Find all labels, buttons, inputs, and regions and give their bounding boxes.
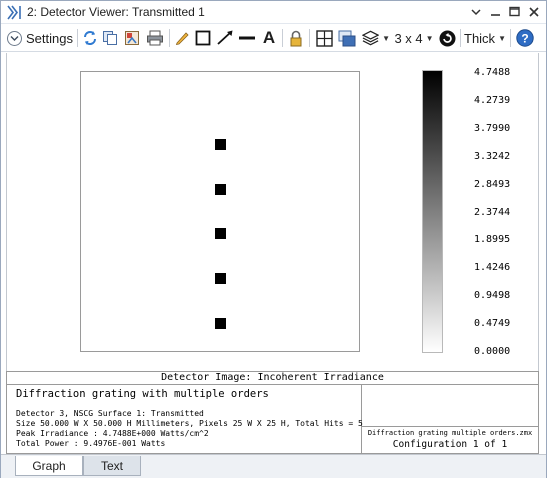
irradiance-spot bbox=[214, 139, 226, 151]
colorbar-tick-label: 0.0000 bbox=[474, 346, 511, 357]
caret-down-icon: ▼ bbox=[382, 33, 390, 43]
grid-button[interactable] bbox=[314, 27, 334, 49]
toolbar-separator bbox=[77, 29, 78, 47]
svg-text:?: ? bbox=[521, 31, 528, 45]
caret-down-icon: ▼ bbox=[498, 33, 506, 43]
toolbar: Settings A ▼ 3 x 4 ▼ Thick ▼ ? bbox=[1, 24, 546, 52]
draw-text-button[interactable]: A bbox=[260, 27, 278, 49]
minimize-icon[interactable] bbox=[487, 3, 505, 21]
refresh-button[interactable] bbox=[81, 27, 99, 49]
grid-icon bbox=[315, 29, 333, 47]
arrow-icon bbox=[217, 30, 233, 45]
irradiance-spot bbox=[214, 272, 226, 284]
text-icon: A bbox=[262, 28, 276, 47]
info-left-panel: Diffraction grating with multiple orders… bbox=[7, 385, 363, 453]
copy-button[interactable] bbox=[101, 27, 119, 49]
line-weight-dropdown[interactable]: Thick ▼ bbox=[464, 27, 506, 49]
irradiance-spot bbox=[214, 317, 226, 329]
line-icon bbox=[239, 36, 255, 40]
info-peak-irradiance-line: Peak Irradiance : 4.7488E+000 Watts/cm^2 bbox=[16, 429, 209, 438]
draw-rectangle-button[interactable] bbox=[194, 27, 212, 49]
tab-text[interactable]: Text bbox=[83, 456, 141, 476]
close-icon[interactable] bbox=[525, 3, 543, 21]
rectangle-icon bbox=[195, 30, 211, 46]
colorbar-tick-label: 3.7990 bbox=[474, 122, 511, 134]
copy-icon bbox=[103, 31, 117, 45]
colorbar-tick-label: 1.8995 bbox=[474, 234, 511, 246]
layout-dropdown[interactable]: 3 x 4 ▼ bbox=[393, 27, 435, 49]
info-right-panel bbox=[362, 385, 538, 427]
help-icon: ? bbox=[515, 29, 534, 47]
file-name: Diffraction grating multiple orders.zmx bbox=[367, 429, 533, 437]
print-icon bbox=[147, 30, 163, 46]
colorbar-tick-label: 0.4749 bbox=[474, 318, 511, 330]
caret-down-icon: ▼ bbox=[425, 33, 434, 43]
toolbar-separator bbox=[460, 29, 461, 47]
pencil-icon bbox=[175, 32, 189, 46]
info-total-power-line: Total Power : 9.4976E-001 Watts bbox=[16, 439, 166, 448]
line-weight-label: Thick bbox=[464, 30, 496, 46]
plot-area: 4.7488 4.2739 3.7990 3.3242 2.8493 2.3744 1.89… bbox=[6, 53, 539, 371]
title-bar: 2: Detector Viewer: Transmitted 1 bbox=[1, 1, 546, 24]
colorbar-tick-label: 0.9498 bbox=[474, 290, 511, 302]
irradiance-spot bbox=[214, 228, 226, 240]
draw-pencil-button[interactable] bbox=[173, 27, 191, 49]
colorbar-tick-label: 2.8493 bbox=[474, 178, 511, 190]
configuration-label: Configuration 1 of 1 bbox=[392, 439, 508, 450]
app-icon bbox=[7, 5, 21, 20]
toolbar-separator bbox=[169, 29, 170, 47]
new-window-button[interactable] bbox=[337, 27, 357, 49]
window-title: 2: Detector Viewer: Transmitted 1 bbox=[27, 5, 205, 19]
toolbar-separator bbox=[309, 29, 310, 47]
tab-graph[interactable]: Graph bbox=[15, 456, 83, 476]
help-button[interactable]: ? bbox=[515, 27, 534, 49]
draw-line-button[interactable] bbox=[237, 27, 257, 49]
refresh-icon bbox=[84, 31, 96, 45]
detector-image-frame bbox=[80, 71, 360, 352]
info-title: Diffraction grating with multiple orders bbox=[16, 388, 269, 400]
export-icon bbox=[125, 31, 139, 45]
lock-button[interactable] bbox=[287, 27, 305, 49]
export-button[interactable] bbox=[123, 27, 141, 49]
chart-title: Detector Image: Incoherent Irradiance bbox=[6, 371, 539, 385]
sync-icon bbox=[439, 30, 455, 46]
layers-dropdown[interactable]: ▼ bbox=[362, 27, 390, 49]
pin-dropdown-icon[interactable] bbox=[467, 3, 485, 21]
maximize-icon[interactable] bbox=[506, 3, 524, 21]
info-detector-line: Detector 3, NSCG Surface 1: Transmitted bbox=[16, 409, 204, 418]
colorbar-tick-label: 4.2739 bbox=[474, 94, 511, 106]
layout-label: 3 x 4 bbox=[394, 30, 423, 46]
colorbar-tick-label: 3.3242 bbox=[474, 150, 511, 162]
settings-label: Settings bbox=[26, 30, 73, 46]
colorbar bbox=[422, 70, 443, 353]
lock-icon bbox=[290, 30, 302, 46]
colorbar-tick-label: 2.3744 bbox=[474, 206, 511, 218]
colorbar-tick-label: 1.4246 bbox=[474, 262, 511, 274]
auto-update-button[interactable] bbox=[438, 27, 456, 49]
draw-arrow-button[interactable] bbox=[215, 27, 235, 49]
info-size-line: Size 50.000 W X 50.000 H Millimeters, Pi… bbox=[16, 419, 363, 428]
detector-viewer-window: 2: Detector Viewer: Transmitted 1 Settin… bbox=[0, 0, 547, 478]
window-icon bbox=[338, 30, 356, 46]
toolbar-separator bbox=[282, 29, 283, 47]
layers-icon bbox=[362, 30, 380, 46]
toolbar-separator bbox=[510, 29, 511, 47]
print-button[interactable] bbox=[145, 27, 165, 49]
chevron-down-icon bbox=[7, 30, 22, 46]
colorbar-tick-label: 4.7488 bbox=[474, 67, 511, 78]
settings-button[interactable]: Settings bbox=[6, 27, 74, 49]
tab-bar: Graph Text bbox=[1, 454, 546, 478]
info-box: Diffraction grating with multiple orders… bbox=[6, 384, 539, 454]
irradiance-spot bbox=[214, 183, 226, 195]
